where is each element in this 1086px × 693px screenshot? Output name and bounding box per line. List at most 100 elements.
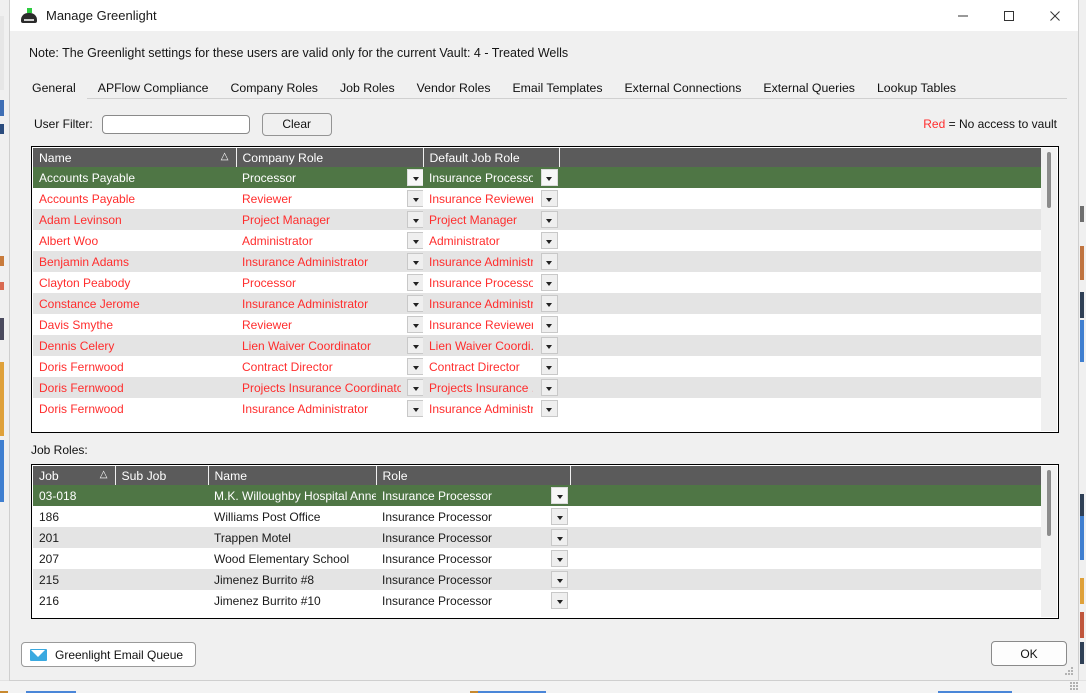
jobs-col-name[interactable]: Name — [208, 466, 377, 485]
users-col-default-job-role[interactable]: Default Job Role — [423, 148, 560, 167]
chevron-down-icon[interactable] — [540, 169, 558, 186]
users-col-name[interactable]: Name △ — [33, 148, 237, 167]
chevron-down-icon[interactable] — [540, 190, 558, 207]
chevron-down-icon[interactable] — [551, 487, 568, 504]
default-job-role-dropdown[interactable] — [533, 188, 560, 209]
default-job-role-dropdown[interactable] — [533, 293, 560, 314]
tab-external-connections[interactable]: External Connections — [613, 77, 752, 99]
users-col-blank[interactable] — [559, 148, 1041, 167]
chevron-down-icon[interactable] — [540, 358, 558, 375]
job-role-dropdown[interactable] — [543, 506, 571, 527]
jobs-col-sub-job[interactable]: Sub Job — [115, 466, 209, 485]
table-row[interactable]: Clayton Peabody Processor Insurance Proces… — [33, 272, 1041, 293]
greenlight-email-queue-button[interactable]: Greenlight Email Queue — [21, 642, 197, 667]
chevron-down-icon[interactable] — [540, 337, 558, 354]
job-role-dropdown[interactable] — [543, 590, 571, 611]
chevron-down-icon[interactable] — [407, 253, 423, 270]
company-role-dropdown[interactable] — [401, 188, 423, 209]
chevron-down-icon[interactable] — [407, 232, 423, 249]
jobs-col-role[interactable]: Role — [376, 466, 571, 485]
chevron-down-icon[interactable] — [540, 379, 558, 396]
chevron-down-icon[interactable] — [540, 232, 558, 249]
chevron-down-icon[interactable] — [551, 571, 568, 588]
table-row[interactable]: Doris Fernwood Projects Insurance Coordin… — [33, 377, 1041, 398]
table-row[interactable]: Davis Smythe Reviewer Insurance Reviewer — [33, 314, 1041, 335]
resize-grip[interactable] — [1065, 667, 1076, 678]
table-row[interactable]: 207 Wood Elementary School Insurance Proce… — [33, 548, 1041, 569]
user-filter-input[interactable] — [101, 114, 250, 134]
chevron-down-icon[interactable] — [540, 400, 558, 417]
table-row[interactable]: Doris Fernwood Contract Director Contract … — [33, 356, 1041, 377]
default-job-role-dropdown[interactable] — [533, 272, 560, 293]
company-role-dropdown[interactable] — [401, 251, 423, 272]
job-role-dropdown[interactable] — [543, 548, 571, 569]
default-job-role-dropdown[interactable] — [533, 314, 560, 335]
chevron-down-icon[interactable] — [540, 316, 558, 333]
table-row[interactable]: Albert Woo Administrator Administrator — [33, 230, 1041, 251]
table-row[interactable]: 03-018 M.K. Willoughby Hospital Annex Insu… — [33, 485, 1041, 506]
table-row[interactable]: 186 Williams Post Office Insurance Process… — [33, 506, 1041, 527]
minimize-icon[interactable] — [940, 0, 986, 31]
chevron-down-icon[interactable] — [407, 316, 423, 333]
chevron-down-icon[interactable] — [407, 358, 423, 375]
table-row[interactable]: Benjamin Adams Insurance Administrator Ins… — [33, 251, 1041, 272]
chevron-down-icon[interactable] — [407, 274, 423, 291]
jobs-col-blank[interactable] — [570, 466, 1041, 485]
default-job-role-dropdown[interactable] — [533, 377, 560, 398]
table-row[interactable]: Dennis Celery Lien Waiver Coordinator Lien… — [33, 335, 1041, 356]
users-grid-scroll-thumb[interactable] — [1047, 152, 1051, 208]
window-titlebar[interactable]: Manage Greenlight — [10, 0, 1078, 32]
table-row[interactable]: Adam Levinson Project Manager Project Mana… — [33, 209, 1041, 230]
default-job-role-dropdown[interactable] — [533, 335, 560, 356]
table-row[interactable]: 216 Jimenez Burrito #10 Insurance Processo… — [33, 590, 1041, 611]
default-job-role-dropdown[interactable] — [533, 167, 560, 188]
chevron-down-icon[interactable] — [407, 169, 423, 186]
tab-vendor-roles[interactable]: Vendor Roles — [406, 77, 502, 99]
company-role-dropdown[interactable] — [401, 272, 423, 293]
default-job-role-dropdown[interactable] — [533, 230, 560, 251]
jobs-grid-scrollbar[interactable] — [1041, 466, 1057, 617]
tab-email-templates[interactable]: Email Templates — [501, 77, 613, 99]
company-role-dropdown[interactable] — [401, 335, 423, 356]
table-row[interactable]: Constance Jerome Insurance Administrator I… — [33, 293, 1041, 314]
company-role-dropdown[interactable] — [401, 293, 423, 314]
chevron-down-icon[interactable] — [551, 529, 568, 546]
table-row[interactable]: Accounts Payable Reviewer Insurance Review… — [33, 188, 1041, 209]
ok-button[interactable]: OK — [991, 641, 1067, 666]
table-row[interactable]: 201 Trappen Motel Insurance Processor — [33, 527, 1041, 548]
company-role-dropdown[interactable] — [401, 209, 423, 230]
chevron-down-icon[interactable] — [540, 274, 558, 291]
company-role-dropdown[interactable] — [401, 314, 423, 335]
company-role-dropdown[interactable] — [401, 167, 423, 188]
chevron-down-icon[interactable] — [407, 211, 423, 228]
tab-general[interactable]: General — [21, 77, 87, 99]
chevron-down-icon[interactable] — [407, 400, 423, 417]
company-role-dropdown[interactable] — [401, 377, 423, 398]
chevron-down-icon[interactable] — [540, 253, 558, 270]
table-row[interactable]: Accounts Payable Processor Insurance Proce… — [33, 167, 1041, 188]
chevron-down-icon[interactable] — [551, 550, 568, 567]
job-role-dropdown[interactable] — [543, 485, 571, 506]
chevron-down-icon[interactable] — [407, 337, 423, 354]
chevron-down-icon[interactable] — [407, 295, 423, 312]
clear-filter-button[interactable]: Clear — [261, 112, 332, 136]
chevron-down-icon[interactable] — [551, 592, 568, 609]
table-row[interactable]: 215 Jimenez Burrito #8 Insurance Processor — [33, 569, 1041, 590]
default-job-role-dropdown[interactable] — [533, 209, 560, 230]
table-row[interactable]: Doris Fernwood Insurance Administrator Ins… — [33, 398, 1041, 419]
tab-lookup-tables[interactable]: Lookup Tables — [866, 77, 967, 99]
tab-external-queries[interactable]: External Queries — [752, 77, 866, 99]
company-role-dropdown[interactable] — [401, 356, 423, 377]
job-role-dropdown[interactable] — [543, 569, 571, 590]
job-role-dropdown[interactable] — [543, 527, 571, 548]
users-grid-scrollbar[interactable] — [1041, 148, 1057, 431]
company-role-dropdown[interactable] — [401, 230, 423, 251]
taskbar[interactable] — [0, 680, 1086, 693]
users-col-company-role[interactable]: Company Role — [236, 148, 424, 167]
chevron-down-icon[interactable] — [540, 211, 558, 228]
chevron-down-icon[interactable] — [407, 379, 423, 396]
tab-company-roles[interactable]: Company Roles — [219, 77, 328, 99]
tab-apflow-compliance[interactable]: APFlow Compliance — [87, 77, 220, 99]
default-job-role-dropdown[interactable] — [533, 356, 560, 377]
taskbar-overflow-dots[interactable] — [1070, 682, 1080, 692]
